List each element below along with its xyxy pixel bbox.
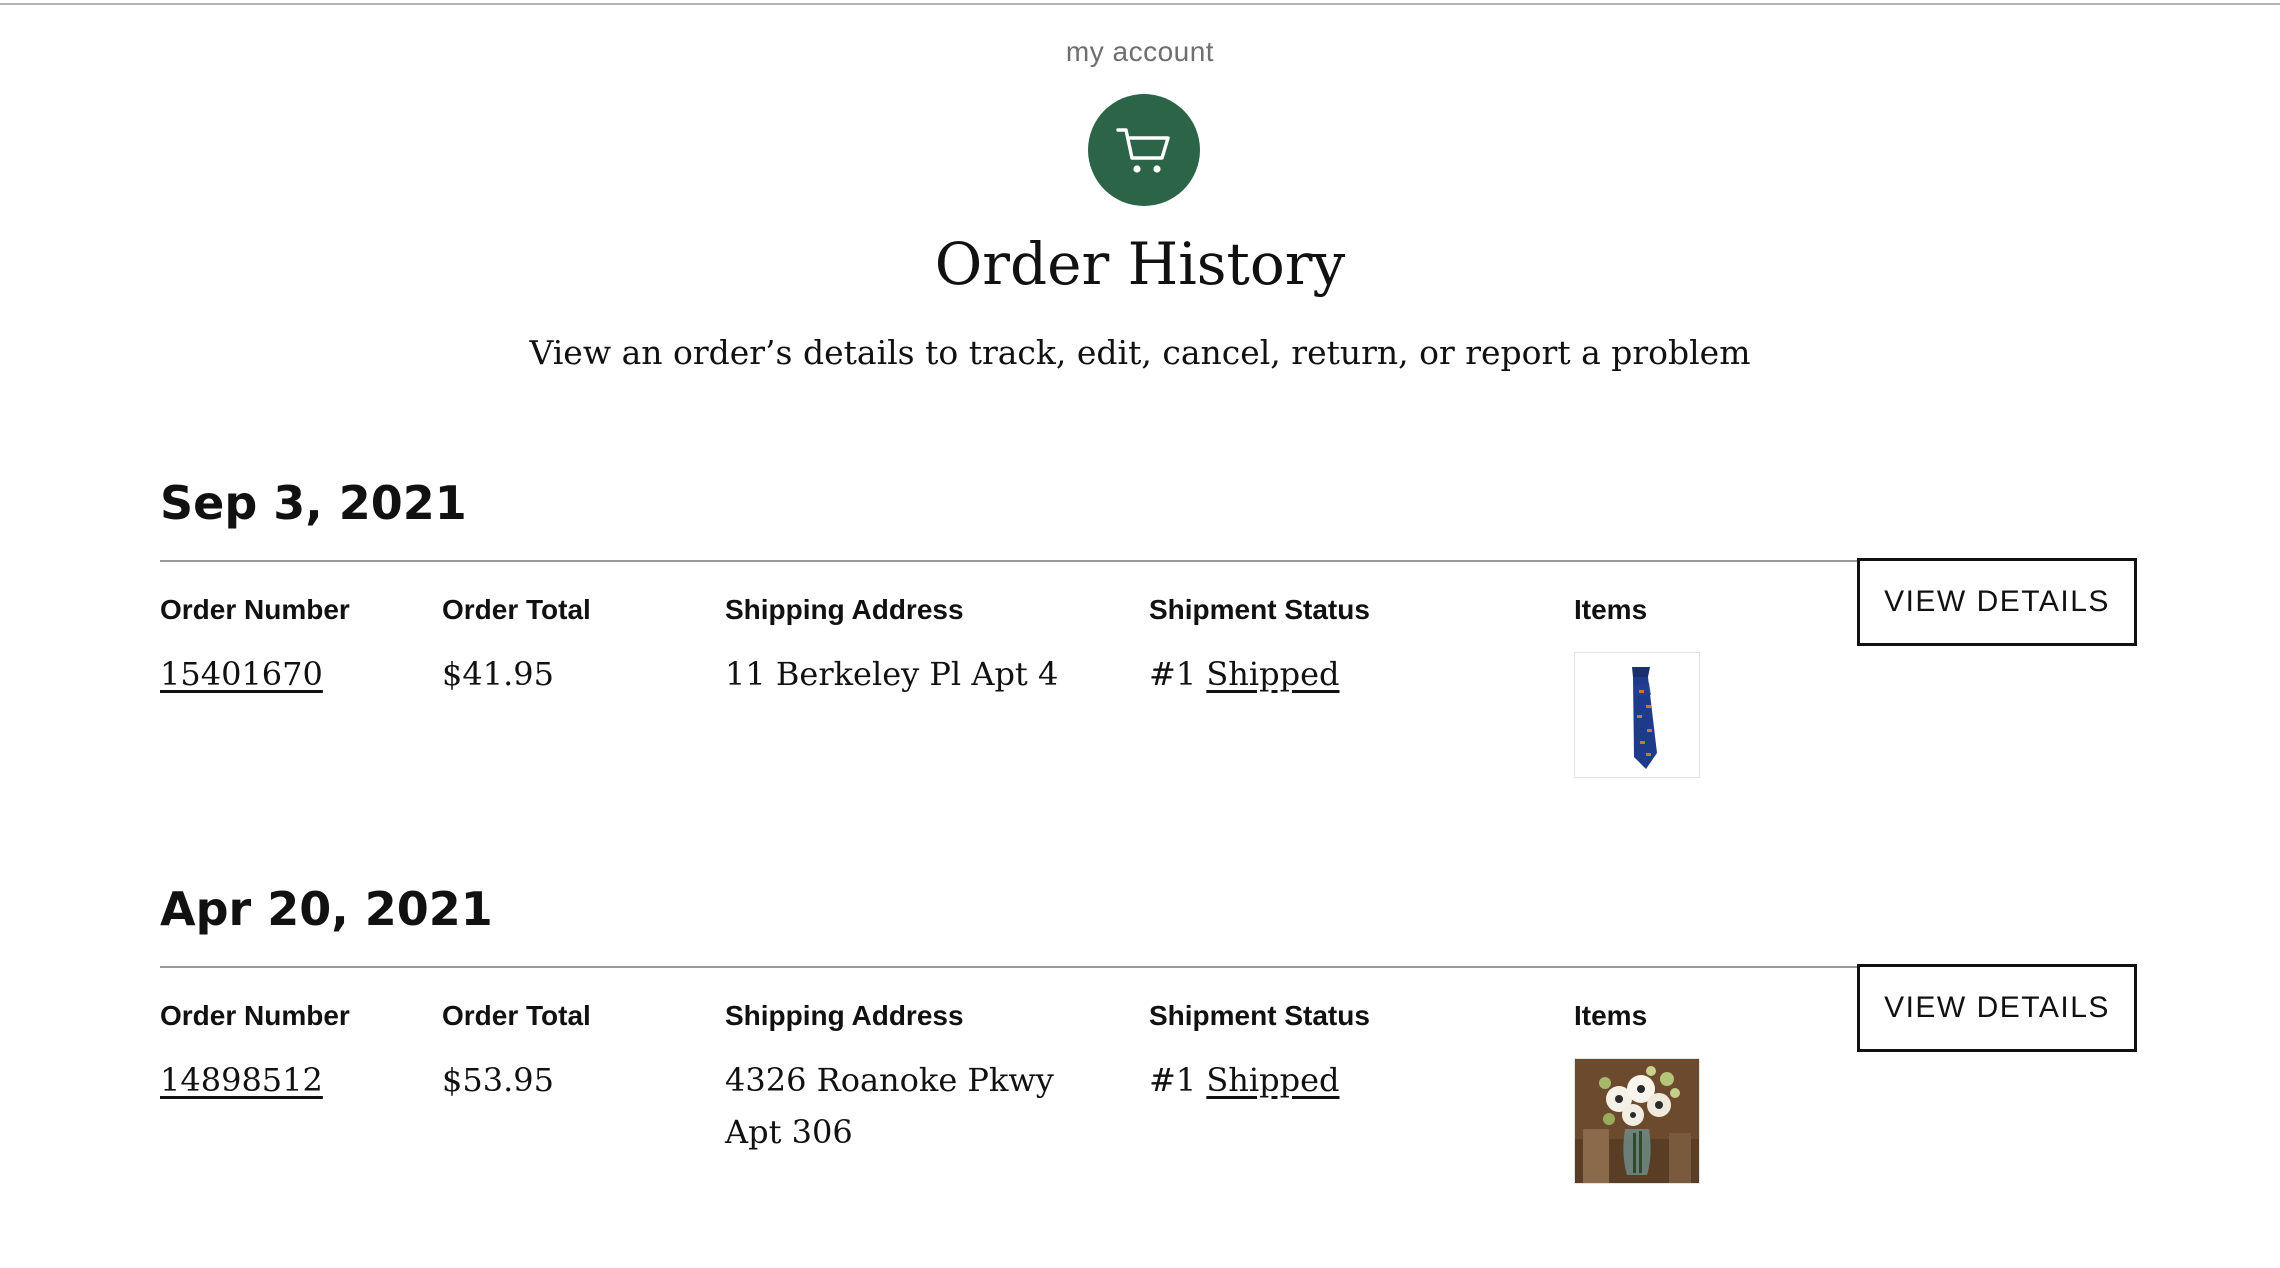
items-label: Items <box>1574 594 1648 625</box>
top-divider <box>0 3 2280 5</box>
order-date: Apr 20, 2021 <box>160 882 493 936</box>
order-number-label: Order Number <box>160 594 350 625</box>
shipment-number: #1 <box>1149 1061 1197 1099</box>
order-date: Sep 3, 2021 <box>160 476 467 530</box>
shipment-number: #1 <box>1149 655 1197 693</box>
shipment-status-link[interactable]: Shipped <box>1206 655 1339 693</box>
shipping-address-value: 11 Berkeley Pl Apt 4 <box>725 655 1059 693</box>
order-divider <box>160 966 2136 968</box>
order-number-column: Order Number 14898512 <box>160 1000 420 1106</box>
shipment-status-label: Shipment Status <box>1149 594 1370 625</box>
order-divider <box>160 560 2136 562</box>
shipment-status-label: Shipment Status <box>1149 1000 1370 1031</box>
shipping-address-label: Shipping Address <box>725 594 964 625</box>
order-total-value: $41.95 <box>442 655 554 693</box>
shipment-status-value: #1 Shipped <box>1149 1054 1529 1106</box>
cart-badge <box>1088 94 1200 206</box>
breadcrumb-my-account[interactable]: my account <box>0 36 2280 68</box>
item-thumbnail[interactable] <box>1574 1058 1700 1184</box>
shipment-status-value: #1 Shipped <box>1149 648 1529 700</box>
shopping-cart-icon <box>1116 128 1170 173</box>
shipment-status-link[interactable]: Shipped <box>1206 1061 1339 1099</box>
order-number-column: Order Number 15401670 <box>160 594 420 700</box>
page-title: Order History <box>934 230 1346 298</box>
order-total-column: Order Total $41.95 <box>442 594 702 700</box>
necktie-product-image <box>1632 667 1657 769</box>
view-details-button[interactable]: VIEW DETAILS <box>1857 964 2137 1052</box>
order-total-value: $53.95 <box>442 1061 554 1099</box>
items-column: Items <box>1574 594 1774 778</box>
items-label: Items <box>1574 1000 1648 1031</box>
order-number-link[interactable]: 14898512 <box>160 1061 323 1099</box>
page-subtitle: View an order’s details to track, edit, … <box>529 333 1751 372</box>
order-total-label: Order Total <box>442 1000 591 1031</box>
shipping-address-value: 4326 Roanoke Pkwy Apt 306 <box>725 1061 1054 1151</box>
items-column: Items <box>1574 1000 1774 1184</box>
shipping-address-label: Shipping Address <box>725 1000 964 1031</box>
order-total-column: Order Total $53.95 <box>442 1000 702 1106</box>
shipment-status-column: Shipment Status #1 Shipped <box>1149 1000 1529 1106</box>
order-number-link[interactable]: 15401670 <box>160 655 323 693</box>
shipment-status-column: Shipment Status #1 Shipped <box>1149 594 1529 700</box>
view-details-button[interactable]: VIEW DETAILS <box>1857 558 2137 646</box>
order-number-label: Order Number <box>160 1000 350 1031</box>
item-thumbnail[interactable] <box>1574 652 1700 778</box>
flower-vase-product-image <box>1575 1059 1699 1183</box>
shipping-address-column: Shipping Address 11 Berkeley Pl Apt 4 <box>725 594 1115 700</box>
order-total-label: Order Total <box>442 594 591 625</box>
shipping-address-column: Shipping Address 4326 Roanoke Pkwy Apt 3… <box>725 1000 1115 1158</box>
